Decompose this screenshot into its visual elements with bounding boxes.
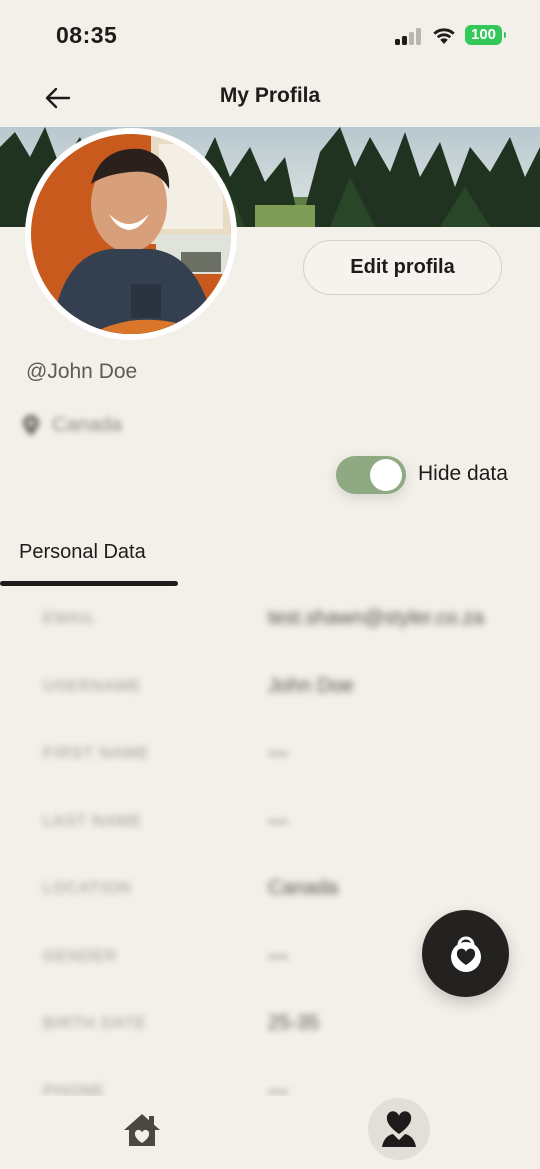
tab-active-indicator [0, 581, 178, 586]
data-value: 25-35 [268, 1012, 320, 1034]
data-value: — [268, 742, 288, 764]
username-handle: @John Doe [26, 360, 138, 383]
data-value: test.shawn@styler.co.za [268, 607, 484, 629]
hide-data-toggle[interactable] [336, 456, 406, 494]
personal-data-list: EMAIL test.shawn@styler.co.za USERNAME J… [0, 588, 540, 1096]
data-label: USERNAME [43, 678, 142, 695]
header: My Profila [0, 70, 540, 126]
data-label: GENDER [43, 948, 118, 965]
data-value: — [268, 810, 288, 832]
data-value: Canada [268, 877, 339, 899]
location: Canada [22, 414, 122, 437]
data-row: BIRTH DATE 25-35 [0, 993, 540, 1061]
location-pin-icon [23, 414, 39, 436]
home-heart-icon[interactable] [122, 1112, 162, 1148]
avatar[interactable] [25, 128, 237, 340]
hide-data-label: Hide data [418, 462, 508, 485]
data-label: EMAIL [43, 610, 97, 627]
edit-profile-button[interactable]: Edit profila [303, 240, 502, 295]
status-time: 08:35 [56, 22, 118, 48]
heart-lock-button[interactable] [422, 910, 509, 997]
bottom-navigation [0, 1096, 540, 1169]
data-row: EMAIL test.shawn@styler.co.za [0, 588, 540, 656]
toggle-knob [370, 459, 402, 491]
heart-lock-icon [450, 936, 481, 972]
data-label: BIRTH DATE [43, 1015, 147, 1032]
data-row: USERNAME John Doe [0, 656, 540, 724]
wifi-icon [433, 28, 455, 44]
data-label: LOCATION [43, 880, 132, 897]
data-row: LAST NAME — [0, 791, 540, 859]
data-value: — [268, 1080, 288, 1096]
profile-photo [31, 134, 231, 334]
data-label: FIRST NAME [43, 745, 150, 762]
status-bar: 08:35 100 [0, 0, 540, 70]
person-heart-icon [382, 1111, 416, 1147]
nav-profile-button[interactable] [368, 1098, 430, 1160]
page-title: My Profila [219, 84, 321, 107]
data-row: FIRST NAME — [0, 723, 540, 791]
data-value: John Doe [268, 675, 354, 697]
data-row: PHONE — [0, 1061, 540, 1096]
battery-indicator: 100 [465, 25, 506, 45]
location-text: Canada [52, 414, 123, 436]
data-value: — [268, 945, 288, 967]
tab-personal-data[interactable]: Personal Data [19, 541, 146, 564]
data-label: LAST NAME [43, 813, 143, 830]
cellular-signal-icon [395, 27, 423, 45]
data-label: PHONE [43, 1083, 105, 1096]
